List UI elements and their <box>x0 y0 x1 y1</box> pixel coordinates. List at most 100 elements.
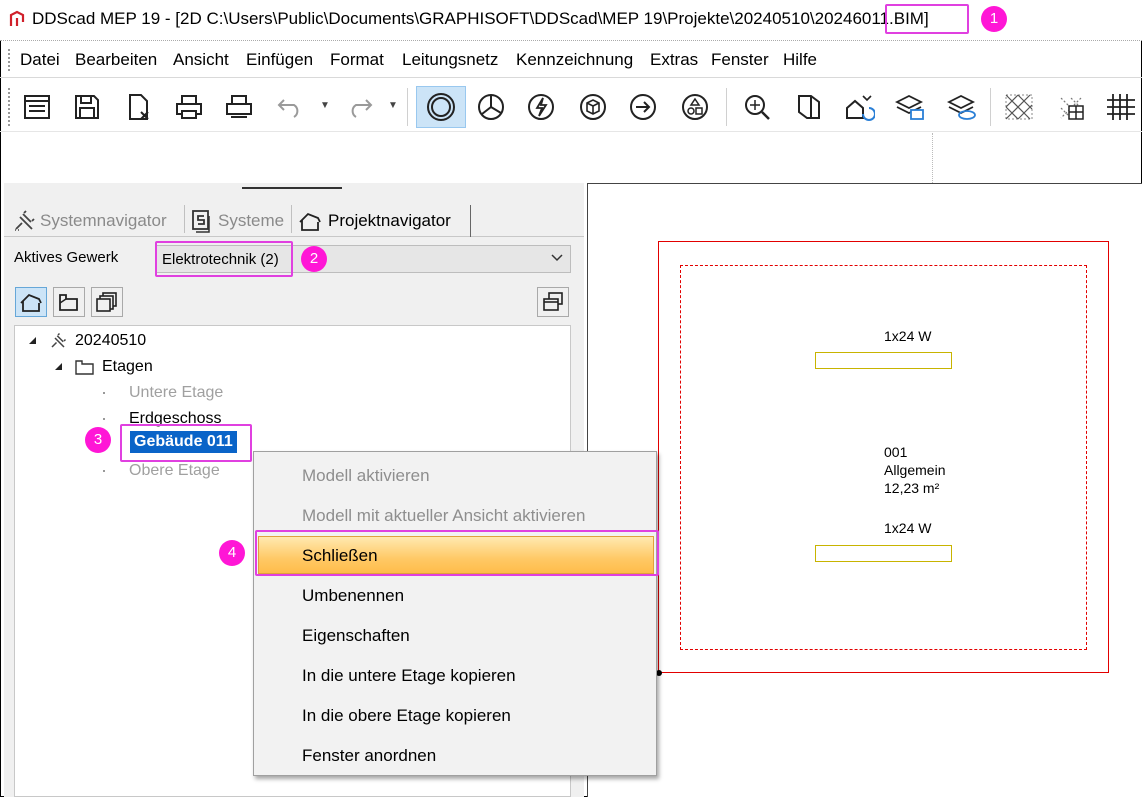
tab-systeme[interactable]: Systeme <box>190 207 284 235</box>
menu-bearbeiten[interactable]: Bearbeiten <box>75 50 157 70</box>
menu-fenster[interactable]: Fenster <box>711 50 769 70</box>
chevron-down-icon <box>551 254 563 262</box>
menu-kennzeichnung[interactable]: Kennzeichnung <box>516 50 633 70</box>
undo-icon <box>277 99 299 118</box>
tree-connector <box>103 418 105 420</box>
window-title: DDScad MEP 19 - [2D C:\Users\Public\Docu… <box>32 9 929 29</box>
building-sync-button[interactable] <box>840 88 878 126</box>
tab-separator <box>184 205 185 233</box>
redo-button[interactable] <box>340 88 378 126</box>
table-grid-button[interactable] <box>1102 88 1140 126</box>
save-icon <box>75 95 99 119</box>
plug-icon <box>51 332 67 348</box>
light-fixture-bottom[interactable] <box>815 545 952 562</box>
tree-folder-etagen[interactable]: Etagen <box>102 358 153 376</box>
3d-view-icon <box>798 95 820 119</box>
stack-icon <box>96 292 117 312</box>
layers-edit-icon <box>946 94 976 120</box>
hatch-button[interactable] <box>1000 88 1038 126</box>
print-icon <box>176 95 202 119</box>
layers-edit-button[interactable] <box>942 88 980 126</box>
menubar-grip <box>8 49 11 71</box>
building-view-button[interactable] <box>15 287 47 317</box>
arrow-right-icon <box>630 94 656 120</box>
tab-systeme-label: Systeme <box>218 211 285 230</box>
lamp-label-top: 1x24 W <box>884 328 932 344</box>
tab-separator <box>470 205 471 237</box>
close-document-icon <box>129 94 149 120</box>
light-fixture-top[interactable] <box>815 352 952 369</box>
tree-connector <box>103 392 105 394</box>
undo-dropdown-icon[interactable]: ▼ <box>320 100 330 111</box>
electric-icon <box>528 94 554 120</box>
model-view-button[interactable] <box>91 287 123 317</box>
context-menu: Modell aktivieren Modell mit aktueller A… <box>253 451 657 776</box>
3d-view-button[interactable] <box>790 88 828 126</box>
window-arrange-button[interactable] <box>537 287 569 317</box>
floor-view-button[interactable] <box>53 287 85 317</box>
print-preview-button[interactable] <box>220 88 258 126</box>
menu-item-fenster-anordnen[interactable]: Fenster anordnen <box>302 746 436 766</box>
pie-button[interactable] <box>472 88 510 126</box>
folder-icon <box>75 360 94 375</box>
room-number: 001 <box>884 444 908 460</box>
grid-icon <box>1060 97 1084 120</box>
electric-button[interactable] <box>522 88 560 126</box>
menu-datei[interactable]: Datei <box>20 50 60 70</box>
building-sync-icon <box>846 95 875 121</box>
save-button[interactable] <box>68 88 106 126</box>
grid-button[interactable] <box>1052 88 1090 126</box>
tree-expanded-icon[interactable] <box>29 337 37 345</box>
ddscad-logo-icon <box>9 10 25 26</box>
zoom-button[interactable] <box>738 88 776 126</box>
room-area: 12,23 m² <box>884 480 940 496</box>
menu-item-modell-aktivieren[interactable]: Modell aktivieren <box>302 466 430 486</box>
toolbar-grip <box>8 88 11 126</box>
layers-icon <box>894 94 924 120</box>
toolbar-separator <box>990 88 991 126</box>
highlight-schliessen <box>255 530 659 576</box>
tree-expanded-icon[interactable] <box>55 363 63 371</box>
menu-item-obere-etage-kopieren[interactable]: In die obere Etage kopieren <box>302 706 511 726</box>
close-document-button[interactable] <box>120 88 158 126</box>
systems-icon <box>192 210 210 233</box>
tree-connector <box>103 470 105 472</box>
cube-button[interactable] <box>574 88 612 126</box>
building-view-icon <box>20 293 42 312</box>
menu-hilfe[interactable]: Hilfe <box>783 50 817 70</box>
callout-badge-1: 1 <box>981 6 1007 32</box>
print-button[interactable] <box>170 88 208 126</box>
properties-button[interactable] <box>18 88 56 126</box>
window-stack-icon <box>543 292 563 311</box>
menu-extras[interactable]: Extras <box>650 50 698 70</box>
tree-floor-obere-etage[interactable]: Obere Etage <box>129 462 220 480</box>
highlight-selected-floor <box>120 424 252 462</box>
undo-button[interactable] <box>272 88 310 126</box>
tree-floor-untere-etage[interactable]: Untere Etage <box>129 384 223 402</box>
menu-item-untere-etage-kopieren[interactable]: In die untere Etage kopieren <box>302 666 516 686</box>
menu-einfuegen[interactable]: Einfügen <box>246 50 313 70</box>
tab-projektnavigator-label: Projektnavigator <box>328 211 451 230</box>
menu-leitungsnetz[interactable]: Leitungsnetz <box>402 50 498 70</box>
tree-root-project[interactable]: 20240510 <box>75 332 146 350</box>
menu-item-umbenennen[interactable]: Umbenennen <box>302 586 404 606</box>
window-title-path: DDScad MEP 19 - [2D C:\Users\Public\Docu… <box>32 9 853 28</box>
arrow-right-button[interactable] <box>624 88 662 126</box>
panel-splitter[interactable] <box>242 187 342 189</box>
title-bar: DDScad MEP 19 - [2D C:\Users\Public\Docu… <box>0 0 1142 40</box>
menu-ansicht[interactable]: Ansicht <box>173 50 229 70</box>
circle-view-button[interactable] <box>416 86 466 128</box>
hatch-icon <box>1005 94 1033 120</box>
shapes-button[interactable] <box>676 88 714 126</box>
menu-item-eigenschaften[interactable]: Eigenschaften <box>302 626 410 646</box>
tab-systemnavigator[interactable]: Systemnavigator <box>12 207 167 235</box>
tab-separator <box>291 205 292 233</box>
menu-item-modell-ansicht-aktivieren[interactable]: Modell mit aktueller Ansicht aktivieren <box>302 506 585 526</box>
building-icon <box>299 212 321 231</box>
layers-button[interactable] <box>890 88 928 126</box>
callout-badge-2: 2 <box>301 246 327 272</box>
menu-format[interactable]: Format <box>330 50 384 70</box>
room-name: Allgemein <box>884 462 946 478</box>
redo-dropdown-icon[interactable]: ▼ <box>388 100 398 111</box>
tab-projektnavigator[interactable]: Projektnavigator <box>298 207 451 235</box>
